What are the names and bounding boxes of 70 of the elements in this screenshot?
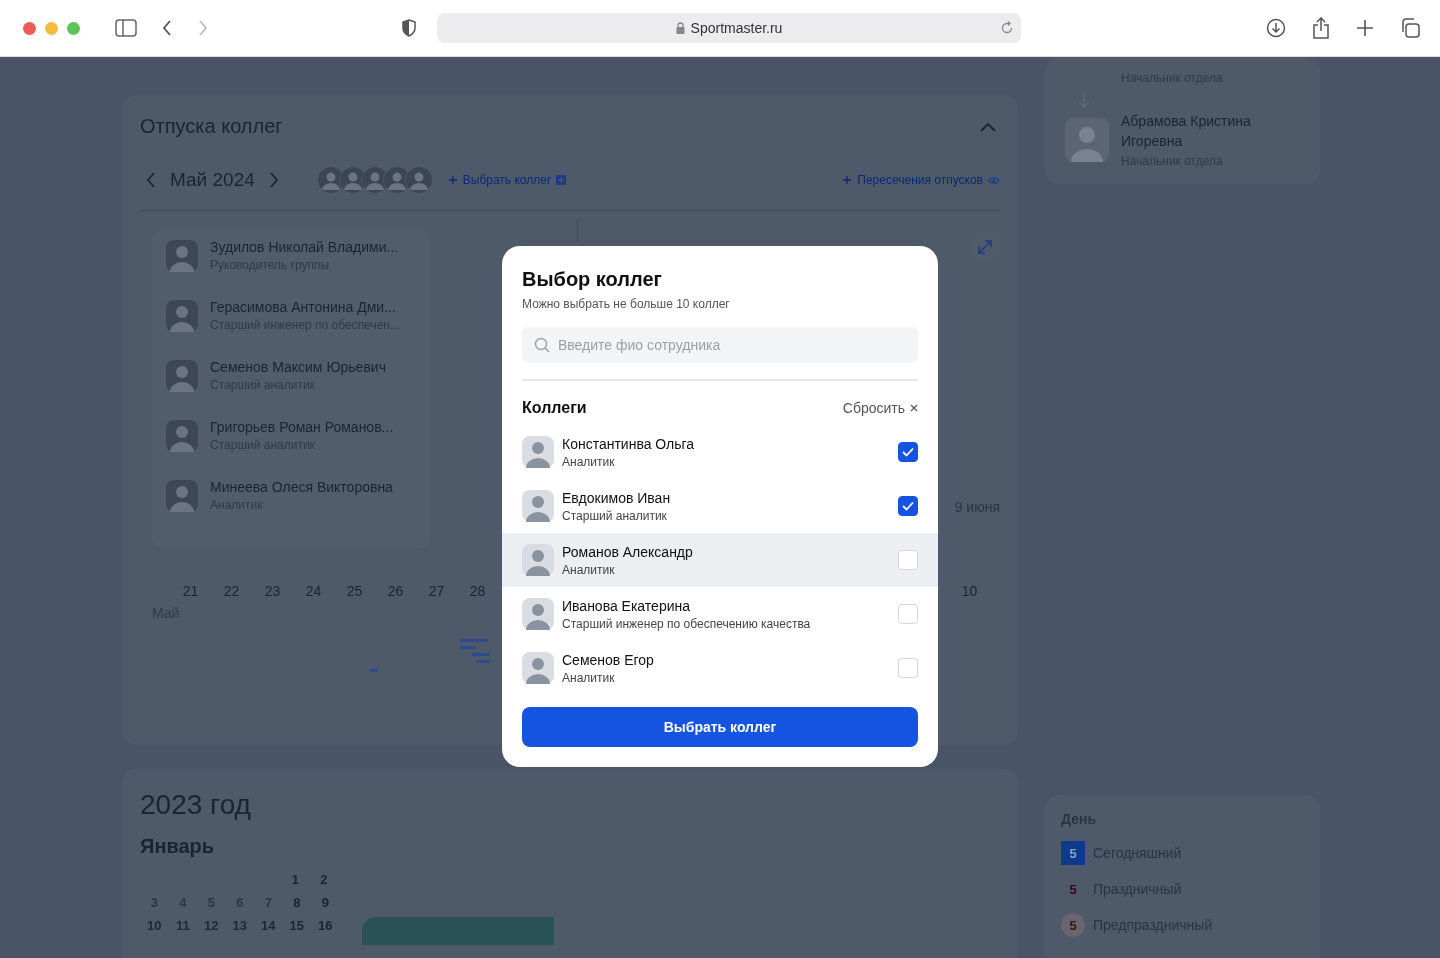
minimize-window-button[interactable] [45,21,58,35]
pick-colleagues-link[interactable]: Выбрать коллег [462,173,567,187]
colleague-role: Старший аналитик [562,508,668,523]
dialog-subtitle: Можно выбрать не больше 10 коллег [522,297,731,311]
select-colleagues-button[interactable]: Выбрать коллег [522,707,918,747]
download-icon[interactable] [1266,18,1286,38]
avatar-icon [522,652,554,684]
prev-month-icon[interactable] [146,172,156,188]
colleague-name: Константинва Ольга [562,435,695,452]
colleague-row[interactable]: Константинва Ольга Аналитик [502,425,938,479]
plus-icon [448,176,457,184]
section-heading: Коллеги [522,399,587,417]
search-field[interactable]: Введите фио сотрудника [522,327,918,363]
avatar-icon [166,359,198,392]
person-name: Герасимова Антонина Дми... [210,299,397,315]
check-icon [902,447,914,457]
search-icon [534,337,550,353]
avatar-icon [1065,117,1109,162]
eye-icon [988,175,1000,185]
avatar-icon [522,490,554,522]
shield-icon[interactable] [401,19,417,37]
reload-icon[interactable] [1000,21,1014,35]
day-sample: 5 [1061,913,1085,937]
avatar-icon [404,166,433,194]
colleague-role: Старший инженер по обеспечению качества [562,616,811,631]
checkbox[interactable] [898,496,918,516]
person-name: Минеева Олеся Викторовна [210,479,393,495]
day-sample: 5 [1061,841,1085,865]
colleague-name: Семенов Егор [562,651,654,668]
address-bar[interactable]: Sportmaster.ru [437,13,1021,43]
check-icon [902,501,914,511]
colleague-row[interactable]: Иванова Екатерина Старший инженер по обеспечению качества [502,587,938,641]
day-sample: 5 [1068,880,1078,899]
colleague-role: Аналитик [562,454,616,469]
avatar-icon [522,598,554,630]
next-month-icon[interactable] [268,172,279,188]
colleague-name: Евдокимов Иван [562,489,671,506]
back-icon[interactable] [161,19,173,37]
forward-icon[interactable] [197,19,209,37]
colleague-row[interactable]: Романов Александр Аналитик [502,533,938,587]
new-tab-icon[interactable] [1356,19,1374,37]
person-name: Семенов Максим Юрьевич [210,359,386,375]
avatar-icon [522,436,554,468]
colleague-role: Аналитик [562,562,616,577]
close-icon [910,404,918,412]
collapse-icon[interactable] [980,121,996,132]
sidebar-icon[interactable] [115,19,137,37]
person-name: Зудилов Николай Владими... [210,239,399,255]
avatar-icon [522,544,554,576]
avatar-icon [166,479,198,512]
overlap-link[interactable]: Пересечения отпусков [857,173,1000,187]
avatar-icon [166,419,198,452]
person-name: Григорьев Роман Романов... [210,419,394,435]
dialog-title: Выбор коллег [522,268,663,291]
checkbox[interactable] [898,442,918,462]
lock-icon [675,22,685,34]
zoom-window-button[interactable] [67,21,80,35]
plus-icon [843,176,852,184]
plus-square-icon [556,175,567,185]
colleague-name: Романов Александр [562,543,693,560]
avatar-icon [166,299,198,332]
tabs-icon[interactable] [1400,18,1420,38]
colleague-name: Иванова Екатерина [562,597,692,614]
colleague-row[interactable]: Евдокимов Иван Старший аналитик [502,479,938,533]
close-window-button[interactable] [23,21,36,35]
colleague-role: Аналитик [562,670,616,685]
avatar-icon [166,239,198,272]
colleague-row[interactable]: Семенов Егор Аналитик [502,641,938,695]
share-icon[interactable] [1312,17,1330,39]
reset-button[interactable]: Сбросить [842,400,918,416]
